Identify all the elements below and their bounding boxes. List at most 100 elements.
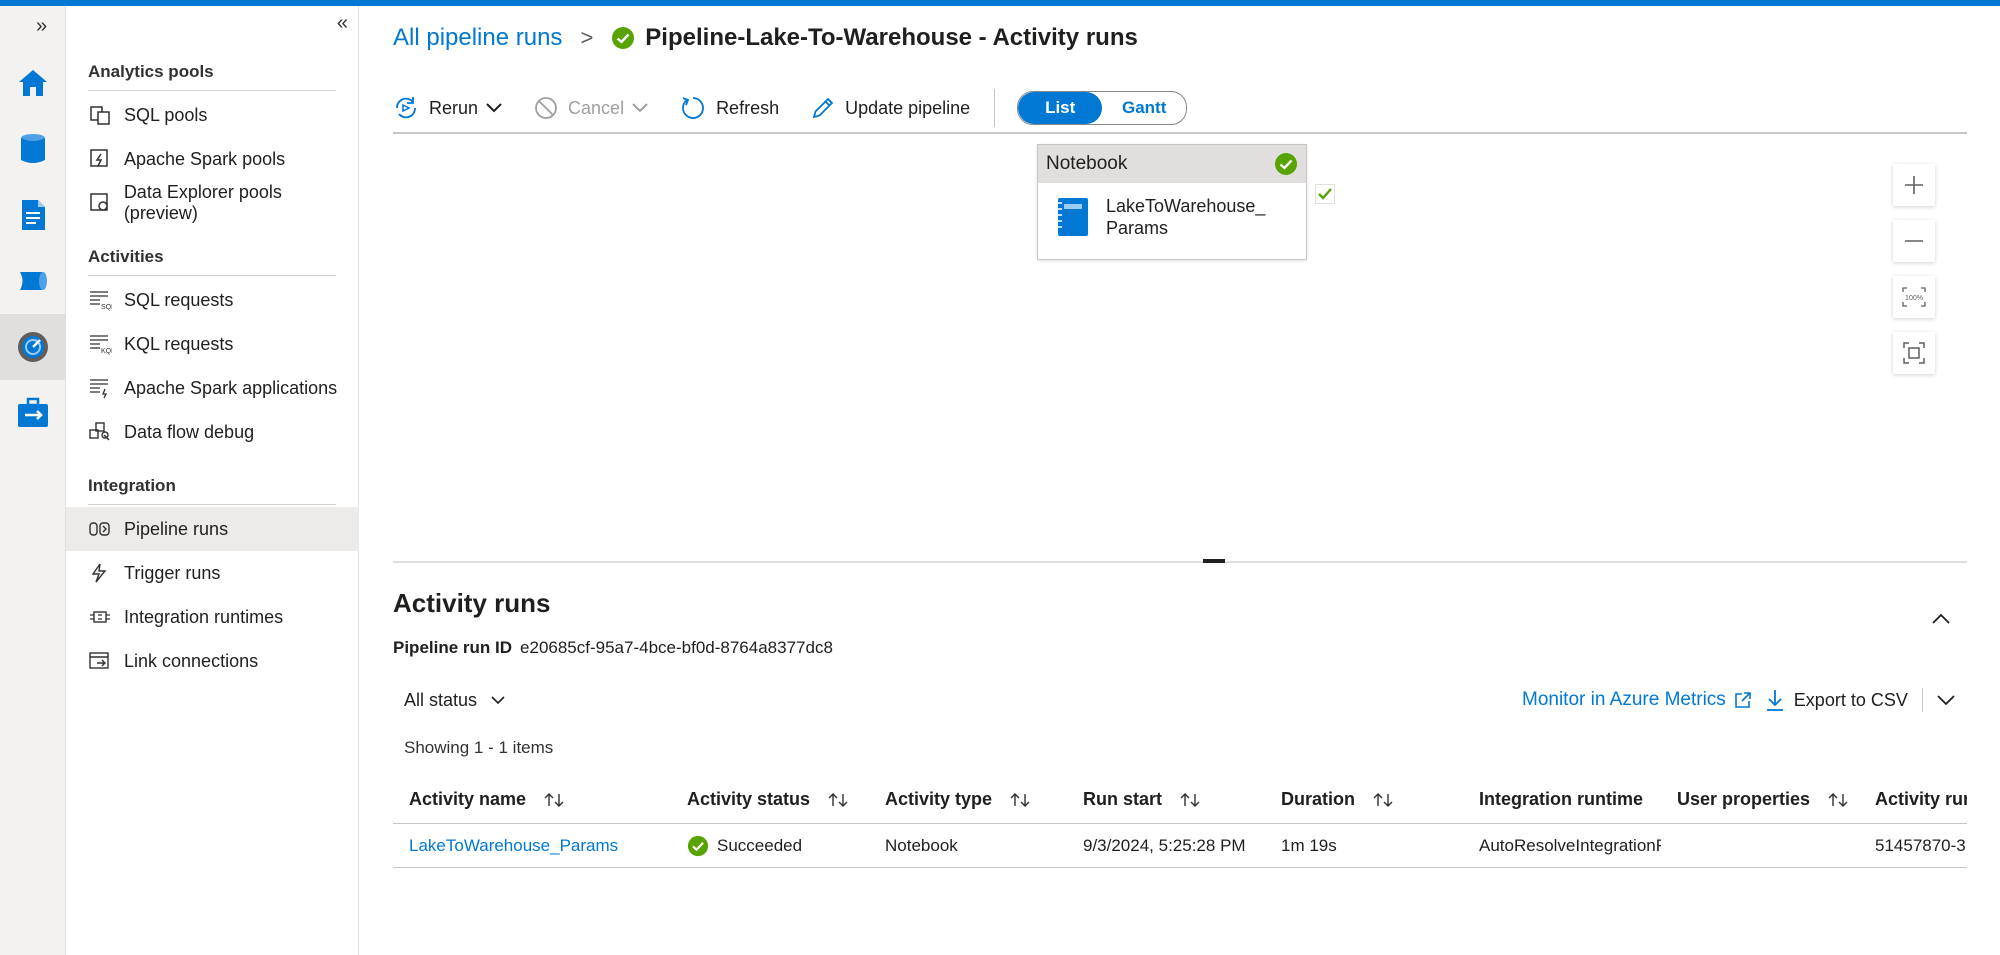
download-icon [1766, 689, 1784, 711]
svg-text:KQL: KQL [101, 348, 112, 355]
nav-item-sql-pools[interactable]: SQL pools [66, 93, 359, 137]
nav-item-label: KQL requests [124, 333, 234, 354]
column-header-integration-runtime[interactable]: Integration runtime [1463, 789, 1661, 810]
nav-item-data-explorer-pools[interactable]: Data Explorer pools (preview) [66, 181, 359, 225]
home-icon [19, 70, 47, 96]
nav-divider [88, 90, 336, 91]
actions-divider [1921, 688, 1923, 712]
left-rail: » [0, 6, 66, 955]
nav-item-sql-requests[interactable]: SQL SQL requests [66, 278, 359, 322]
column-header-activity-type[interactable]: Activity type [869, 789, 1067, 810]
rail-manage[interactable] [0, 380, 66, 446]
refresh-icon [680, 95, 706, 121]
spark-applications-icon [88, 376, 112, 400]
monitor-icon [18, 332, 48, 362]
cancel-icon [534, 96, 558, 120]
nav-item-spark-applications[interactable]: Apache Spark applications [66, 366, 359, 410]
nav-item-label: Data Explorer pools (preview) [123, 182, 282, 223]
nav-item-pipeline-runs[interactable]: Pipeline runs [66, 507, 359, 551]
cancel-button[interactable]: Cancel [534, 96, 648, 120]
view-gantt-option[interactable]: Gantt [1102, 92, 1186, 124]
main-content: All pipeline runs > Pipeline-Lake-To-War… [360, 6, 2000, 955]
nav-item-kql-requests[interactable]: KQL KQL requests [66, 322, 359, 366]
column-header-activity-status[interactable]: Activity status [671, 789, 869, 810]
pipeline-canvas: Notebook LakeToWarehouse_ Params 100% [393, 136, 1967, 566]
breadcrumb-all-pipeline-runs[interactable]: All pipeline runs [393, 24, 562, 52]
nav-item-label: Apache Spark applications [124, 377, 338, 398]
activity-status-cell: Succeeded [671, 835, 869, 857]
view-list-option[interactable]: List [1018, 92, 1103, 124]
collapse-nav-button[interactable]: « [337, 12, 348, 35]
nav-item-spark-pools[interactable]: Apache Spark pools [66, 137, 359, 181]
fit-to-screen-button[interactable] [1893, 332, 1935, 374]
rail-home[interactable] [0, 50, 66, 116]
chevron-down-icon [1937, 694, 1955, 705]
data-icon [21, 134, 45, 163]
svg-text:SQL: SQL [101, 304, 112, 311]
update-pipeline-button[interactable]: Update pipeline [811, 96, 970, 120]
export-label: Export to CSV [1793, 689, 1908, 710]
column-header-duration[interactable]: Duration [1265, 789, 1463, 810]
monitor-in-azure-metrics-link[interactable]: Monitor in Azure Metrics [1522, 689, 1752, 711]
nav-item-label: Apache Spark pools [124, 148, 286, 169]
activity-name-link[interactable]: LakeToWarehouse_Params [393, 836, 671, 856]
rerun-icon [393, 95, 419, 121]
nav-item-integration-runtimes[interactable]: Integration runtimes [66, 595, 359, 639]
status-filter-dropdown[interactable]: All status [404, 690, 505, 711]
column-header-user-properties[interactable]: User properties [1661, 789, 1859, 810]
activity-success-indicator [1315, 184, 1335, 209]
showing-items-count: Showing 1 - 1 items [404, 738, 554, 757]
success-check-icon [687, 835, 709, 856]
rail-develop[interactable] [0, 182, 66, 248]
run-start-cell: 9/3/2024, 5:25:28 PM [1083, 835, 1246, 855]
refresh-button[interactable]: Refresh [680, 95, 779, 121]
sql-pools-icon [88, 103, 112, 127]
pane-splitter[interactable] [393, 559, 1967, 563]
activity-runs-title: Activity runs [393, 588, 551, 618]
table-row[interactable]: LakeToWarehouse_Params Succeeded Noteboo… [393, 824, 1967, 868]
more-options-dropdown[interactable] [1937, 690, 1955, 711]
nav-item-link-connections[interactable]: Link connections [66, 639, 359, 683]
develop-icon [22, 200, 45, 230]
activity-run-id-cell: 51457870-3 [1875, 835, 1966, 855]
column-header-activity-name[interactable]: Activity name [393, 789, 671, 810]
nav-item-label: Trigger runs [124, 562, 221, 583]
rail-integrate[interactable] [0, 248, 66, 314]
sort-icon [1010, 792, 1030, 808]
expand-rail-button[interactable]: » [36, 16, 47, 36]
zoom-out-button[interactable] [1893, 220, 1935, 262]
sort-icon [544, 792, 564, 808]
export-to-csv-button[interactable]: Export to CSV [1766, 689, 1908, 711]
rail-data[interactable] [0, 116, 66, 182]
nav-item-label: SQL requests [124, 289, 234, 310]
column-label: Run start [1083, 789, 1163, 809]
activity-status-value: Succeeded [717, 835, 803, 855]
nav-divider [88, 275, 336, 276]
rerun-button[interactable]: Rerun [393, 95, 502, 121]
integrate-icon [20, 272, 47, 290]
success-check-icon [612, 27, 635, 49]
manage-icon [18, 397, 48, 427]
rail-monitor[interactable] [0, 314, 66, 380]
zoom-in-button[interactable] [1893, 164, 1935, 206]
zoom-100-icon: 100% [1902, 287, 1926, 307]
sort-icon [1180, 792, 1200, 808]
nav-item-trigger-runs[interactable]: Trigger runs [66, 551, 359, 595]
splitter-handle[interactable] [1203, 559, 1225, 563]
spark-pools-icon [88, 147, 112, 171]
nav-item-data-flow-debug[interactable]: Data flow debug [66, 410, 359, 454]
breadcrumb: All pipeline runs > Pipeline-Lake-To-War… [393, 24, 1138, 52]
nav-section-analytics-pools: Analytics pools [88, 62, 214, 81]
collapse-activity-runs-button[interactable] [1932, 612, 1950, 630]
zoom-100-button[interactable]: 100% [1893, 276, 1935, 318]
nav-item-label: Pipeline runs [124, 518, 229, 539]
view-toggle: List Gantt [1017, 91, 1188, 125]
column-label: User properties [1677, 789, 1811, 809]
rerun-label: Rerun [429, 97, 479, 118]
notebook-activity-card[interactable]: Notebook LakeToWarehouse_ Params [1037, 144, 1307, 260]
column-header-run-start[interactable]: Run start [1067, 789, 1265, 810]
column-header-activity-run-id[interactable]: Activity run [1859, 789, 1967, 810]
data-flow-debug-icon [88, 420, 112, 444]
activity-type-cell: Notebook [885, 835, 958, 855]
integration-runtimes-icon [88, 605, 112, 629]
